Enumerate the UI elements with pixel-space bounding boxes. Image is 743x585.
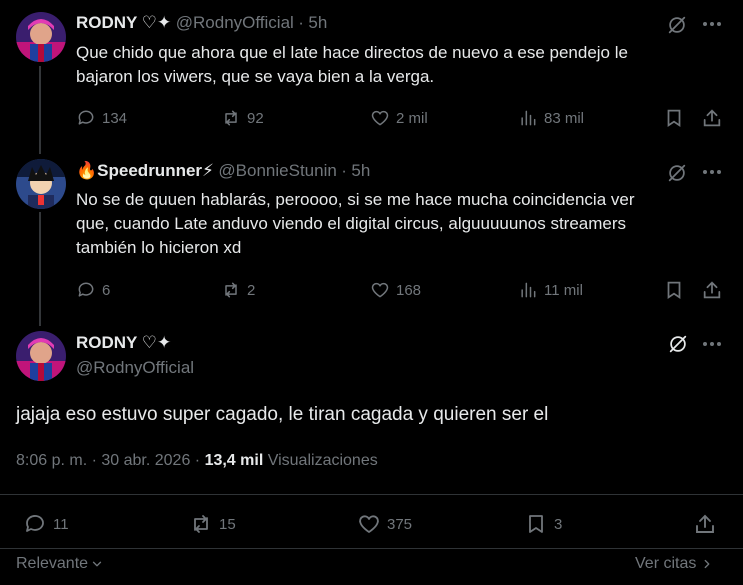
author-name-suffix-emoji: ⚡ — [202, 161, 214, 180]
repost-icon — [194, 515, 208, 533]
bookmark-icon — [667, 281, 681, 299]
share-button[interactable] — [700, 278, 724, 302]
share-icon — [703, 281, 721, 299]
like-count: 375 — [387, 515, 413, 533]
tweet-text-line: bajaron los viwers, que se vaya bien a l… — [76, 67, 435, 86]
separator: · — [298, 13, 304, 32]
bookmark-count: 3 — [554, 515, 563, 533]
reply-count: 6 — [102, 281, 111, 299]
avatar[interactable] — [16, 159, 66, 209]
divider — [0, 494, 743, 495]
reply-button[interactable]: 11 — [23, 512, 69, 536]
timestamp[interactable]: 8:06 p. m. · 30 abr. 2026 · — [16, 452, 200, 469]
reply-count: 134 — [102, 109, 128, 127]
reply-count: 11 — [53, 515, 69, 533]
share-button[interactable] — [700, 106, 724, 130]
like-button[interactable]: 375 — [357, 512, 412, 536]
avatar[interactable] — [16, 331, 66, 381]
sort-label: Relevante — [16, 555, 89, 572]
bookmark-icon — [667, 109, 681, 127]
share-button[interactable] — [692, 511, 718, 537]
views-icon — [521, 282, 536, 298]
chevron-right-icon — [704, 559, 710, 569]
views-icon — [521, 110, 536, 126]
tweet-text: No se de quuen hablarás, peroooo, si se … — [76, 188, 726, 260]
tweet-text: jajaja eso estuvo super cagado, le tiran… — [16, 404, 549, 425]
tweet-text-line: también lo hicieron xd — [76, 238, 242, 257]
reply-button[interactable]: 134 — [76, 108, 127, 128]
views-button[interactable]: 11 mil — [518, 280, 583, 300]
author-handle[interactable]: @BonnieStunin — [218, 161, 336, 180]
timestamp[interactable]: 5h — [308, 13, 327, 32]
reply-icon — [26, 515, 44, 532]
tweet-text-line: que, cuando Late anduvo viendo el digita… — [76, 214, 627, 233]
author-handle[interactable]: @RodnyOfficial — [176, 13, 294, 32]
timestamp[interactable]: 5h — [351, 161, 370, 180]
views-count: 13,4 mil — [204, 452, 264, 469]
repost-button[interactable]: 92 — [221, 108, 264, 128]
author-name[interactable]: RODNY ♡✦ — [76, 13, 171, 32]
grok-icon[interactable] — [665, 161, 689, 185]
more-options-icon[interactable] — [703, 342, 721, 346]
bookmark-button[interactable]: 3 — [524, 512, 562, 536]
more-options-icon[interactable] — [703, 22, 721, 26]
grok-icon[interactable] — [665, 331, 691, 357]
author-name-prefix-emoji: 🔥 — [76, 161, 98, 180]
repost-count: 2 — [247, 281, 256, 299]
heart-icon — [371, 282, 389, 298]
repost-button[interactable]: 2 — [221, 280, 255, 300]
tweet-text: Que chido que ahora que el late hace dir… — [76, 41, 726, 89]
bookmark-button[interactable] — [662, 106, 686, 130]
share-icon — [696, 514, 714, 533]
like-count: 2 mil — [396, 109, 428, 127]
views-label: Visualizaciones — [267, 452, 378, 469]
reply-icon — [78, 282, 94, 297]
views-count: 11 mil — [544, 281, 583, 299]
thread-line — [39, 212, 41, 326]
views-count: 83 mil — [544, 109, 585, 127]
repost-count: 92 — [247, 109, 264, 127]
heart-icon — [359, 515, 379, 533]
repost-icon — [225, 282, 237, 298]
divider — [0, 548, 743, 549]
tweet-text-line: No se de quuen hablarás, peroooo, si se … — [76, 190, 635, 209]
view-quotes-link[interactable]: Ver citas — [635, 555, 714, 573]
reply-icon — [78, 110, 94, 125]
like-button[interactable]: 2 mil — [370, 108, 428, 128]
author-name[interactable]: Speedrunner — [97, 161, 202, 180]
views-button[interactable]: 83 mil — [518, 108, 584, 128]
repost-icon — [225, 110, 237, 126]
separator: · — [341, 161, 347, 180]
grok-icon[interactable] — [665, 13, 689, 37]
author-handle[interactable]: @RodnyOfficial — [76, 358, 194, 378]
more-options-icon[interactable] — [703, 170, 721, 174]
heart-icon — [371, 110, 389, 126]
tweet-text-line: Que chido que ahora que el late hace dir… — [76, 43, 628, 62]
like-button[interactable]: 168 — [370, 280, 421, 300]
share-icon — [703, 109, 721, 127]
author-name[interactable]: RODNY ♡✦ — [76, 333, 171, 353]
reply-button[interactable]: 6 — [76, 280, 110, 300]
like-count: 168 — [396, 281, 422, 299]
chevron-down-icon — [92, 561, 102, 567]
thread-line — [39, 66, 41, 154]
bookmark-button[interactable] — [662, 278, 686, 302]
repost-button[interactable]: 15 — [189, 512, 236, 536]
bookmark-icon — [529, 515, 543, 533]
avatar[interactable] — [16, 12, 66, 62]
sort-dropdown[interactable]: Relevante — [16, 555, 104, 573]
view-quotes-label: Ver citas — [635, 555, 697, 572]
repost-count: 15 — [219, 515, 236, 533]
